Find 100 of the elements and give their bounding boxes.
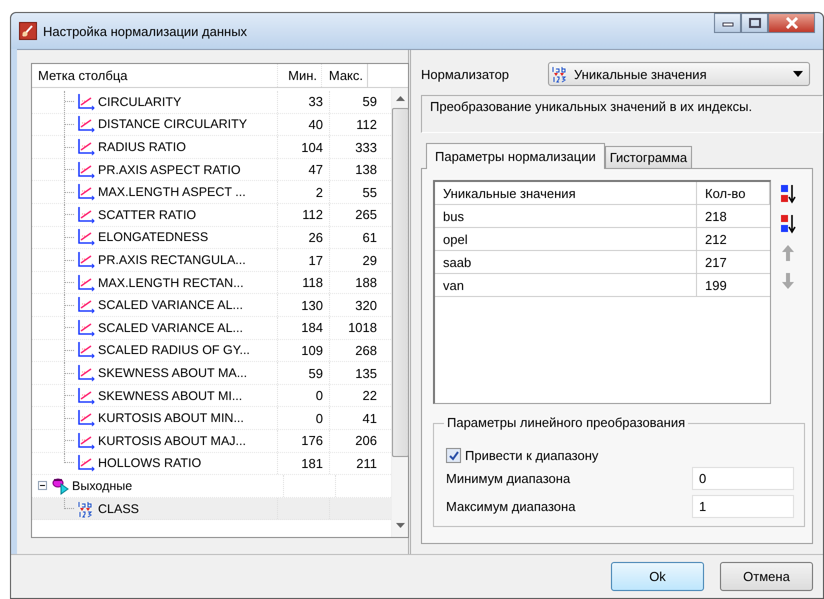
- tree-row[interactable]: SCALED VARIANCE AL... 130 320: [32, 294, 391, 318]
- tree-row[interactable]: HOLLOWS RATIO 181 211: [32, 452, 391, 476]
- field-label: SCALED RADIUS OF GY...: [98, 343, 250, 358]
- range-checkbox[interactable]: [446, 448, 461, 463]
- tree-row[interactable]: CLASS: [32, 498, 391, 520]
- min-value: 181: [301, 456, 323, 471]
- tab[interactable]: Гистограмма: [604, 146, 692, 168]
- checkbox-label: Привести к диапазону: [465, 448, 598, 463]
- window-title: Настройка нормализации данных: [43, 24, 248, 39]
- field-label: SKEWNESS ABOUT MA...: [98, 366, 248, 380]
- normalizer-dropdown[interactable]: Уникальные значения: [548, 62, 810, 86]
- tree-row[interactable]: ELONGATEDNESS 26 61: [32, 226, 391, 250]
- line-chart-icon: [77, 160, 95, 179]
- tree-row[interactable]: KURTOSIS ABOUT MAJ... 176 206: [32, 430, 391, 453]
- min-value: 2: [316, 184, 323, 200]
- field-label: SCALED VARIANCE AL...: [98, 320, 243, 335]
- input-field[interactable]: 1: [692, 494, 794, 518]
- description-text: Преобразование уникальных значений в их индексы.: [421, 95, 823, 134]
- sort-descending-icon[interactable]: [779, 214, 797, 234]
- tree-row[interactable]: SCALED RADIUS OF GY... 109 268: [32, 340, 391, 362]
- max-value: 206: [355, 433, 377, 448]
- field-label: KURTOSIS ABOUT MIN...: [98, 411, 244, 426]
- scrollbar[interactable]: [391, 88, 408, 538]
- max-value: 268: [355, 342, 377, 358]
- max-value: 41: [362, 410, 377, 426]
- min-value: 184: [301, 320, 323, 336]
- maximize-icon: [748, 18, 760, 28]
- max-value: 211: [356, 456, 377, 471]
- scroll-thumb[interactable]: [392, 108, 408, 458]
- table-cell: saab: [435, 251, 697, 274]
- checkmark-icon: [448, 450, 460, 461]
- line-chart-icon: [77, 183, 95, 202]
- tree-row[interactable]: MAX.LENGTH ASPECT ... 2 55: [32, 181, 391, 204]
- min-value: 33: [308, 94, 323, 110]
- field-label: SKEWNESS ABOUT MI...: [98, 388, 242, 403]
- field-label: SCATTER RATIO: [98, 208, 196, 222]
- expand-toggle[interactable]: [38, 481, 47, 490]
- min-value: 176: [301, 433, 323, 448]
- field-label: Максимум диапазона: [446, 498, 576, 514]
- max-value: 22: [362, 388, 377, 404]
- tree-row[interactable]: SKEWNESS ABOUT MA... 59 135: [32, 362, 391, 385]
- tree-row[interactable]: KURTOSIS ABOUT MIN... 0 41: [32, 407, 391, 430]
- tree-row[interactable]: SCALED VARIANCE AL... 184 1018: [32, 317, 391, 340]
- cancel-button[interactable]: Отмена: [720, 562, 813, 592]
- app-icon: [19, 22, 37, 40]
- max-value: 188: [355, 275, 377, 290]
- field-label: RADIUS RATIO: [98, 140, 186, 154]
- table-cell-text: 212: [704, 230, 728, 249]
- tree-row[interactable]: MAX.LENGTH RECTAN... 118 188: [32, 272, 391, 294]
- max-value: 1018: [348, 320, 377, 336]
- tree-row[interactable]: RADIUS RATIO 104 333: [32, 136, 391, 159]
- dropdown-arrow-icon: [793, 71, 803, 78]
- tree-row[interactable]: PR.AXIS ASPECT RATIO 47 138: [32, 158, 391, 182]
- ok-button[interactable]: Ok: [611, 562, 704, 592]
- field-label: ELONGATEDNESS: [98, 230, 208, 244]
- line-chart-icon: [77, 296, 95, 314]
- close-button[interactable]: [768, 13, 815, 33]
- min-value: 118: [302, 275, 323, 290]
- line-chart-icon: [77, 228, 95, 246]
- table-cell-text: 199: [704, 276, 728, 295]
- output-group-icon: [52, 476, 69, 495]
- min-value: 104: [301, 140, 323, 155]
- scroll-down-icon: [396, 523, 404, 530]
- line-chart-icon: [77, 274, 95, 292]
- tab[interactable]: Параметры нормализации: [426, 143, 605, 170]
- minimize-button[interactable]: [714, 13, 741, 33]
- min-value: 130: [301, 298, 323, 313]
- scroll-up-icon: [396, 96, 404, 102]
- tree-row[interactable]: SKEWNESS ABOUT MI... 0 22: [32, 384, 391, 408]
- column-header[interactable]: Кол-во: [697, 182, 770, 204]
- field-label: PR.AXIS ASPECT RATIO: [98, 162, 241, 177]
- min-value: 40: [308, 116, 323, 132]
- field-label: MAX.LENGTH RECTAN...: [98, 276, 244, 290]
- column-header[interactable]: Уникальные значения: [435, 182, 697, 204]
- table-cell-text: 217: [704, 254, 728, 272]
- tree-row[interactable]: PR.AXIS RECTANGULA... 17 29: [32, 249, 391, 272]
- text-type-icon: [77, 500, 95, 518]
- table-cell: opel: [435, 228, 697, 250]
- min-value: 59: [308, 366, 323, 381]
- field-label: Минимум диапазона: [446, 470, 570, 486]
- field-label: CIRCULARITY: [98, 94, 182, 109]
- field-label: CLASS: [98, 502, 139, 516]
- tree-row[interactable]: DISTANCE CIRCULARITY 40 112: [32, 114, 391, 136]
- line-chart-icon: [77, 318, 95, 337]
- input-field[interactable]: 0: [692, 466, 794, 490]
- min-value: 26: [308, 230, 323, 245]
- sort-ascending-icon[interactable]: [779, 184, 797, 204]
- min-value: 112: [302, 207, 323, 222]
- group-label: Выходные: [72, 478, 132, 493]
- line-chart-icon: [77, 386, 95, 405]
- maximize-button[interactable]: [741, 13, 768, 33]
- field-label: KURTOSIS ABOUT MAJ...: [98, 434, 246, 448]
- tree-row[interactable]: CIRCULARITY 33 59: [32, 91, 391, 114]
- max-value: 333: [355, 140, 377, 155]
- min-value: 0: [316, 388, 323, 404]
- table-cell: van: [435, 274, 697, 296]
- tree-row[interactable]: SCATTER RATIO 112 265: [32, 204, 391, 227]
- close-icon: [784, 17, 798, 29]
- max-value: 320: [355, 298, 377, 313]
- line-chart-icon: [77, 364, 95, 382]
